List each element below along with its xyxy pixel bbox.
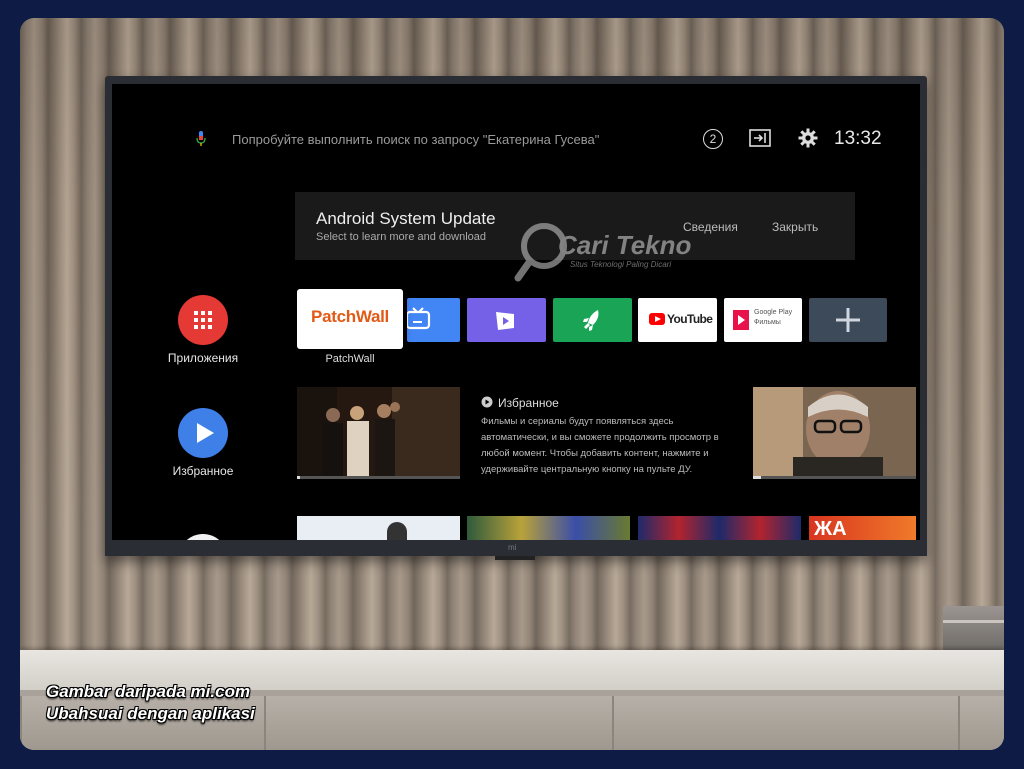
google-play-label: Google Play bbox=[754, 309, 793, 316]
brand-logo: mi bbox=[508, 543, 517, 552]
movie-thumbnail-left[interactable] bbox=[297, 387, 460, 479]
watch-progress-right-fill bbox=[753, 476, 762, 479]
input-source-icon[interactable] bbox=[749, 129, 771, 147]
youtube-label: YouTube bbox=[667, 312, 713, 326]
mic-icon[interactable] bbox=[194, 130, 208, 148]
update-banner[interactable]: Android System Update Select to learn mo… bbox=[295, 192, 855, 260]
movie-thumbnail-right[interactable] bbox=[753, 387, 916, 479]
tv-app-tile[interactable] bbox=[407, 298, 460, 342]
notification-badge[interactable]: 2 bbox=[703, 129, 723, 149]
close-button[interactable]: Закрыть bbox=[772, 220, 818, 234]
youtube-tile[interactable]: YouTube bbox=[638, 298, 717, 342]
apps-button[interactable] bbox=[178, 295, 228, 345]
rocket-icon bbox=[583, 310, 599, 331]
caption-line-1: Gambar daripada mi.com bbox=[46, 682, 251, 701]
tv-screen: Попробуйте выполнить поиск по запросу "Е… bbox=[112, 84, 920, 540]
focused-app-caption: PatchWall bbox=[325, 353, 375, 365]
watermark-tagline: Situs Teknologi Paling Dicari bbox=[570, 260, 672, 269]
cabinet-door bbox=[264, 696, 614, 750]
decor-books bbox=[943, 606, 1004, 652]
rocket-app-tile[interactable] bbox=[553, 298, 632, 342]
cabinet-door bbox=[958, 696, 1004, 750]
person-figure bbox=[387, 522, 407, 540]
watch-progress-right bbox=[753, 476, 916, 479]
patchwall-logo: PatchWall bbox=[311, 307, 389, 326]
actor-closeup-image bbox=[753, 387, 916, 479]
movies-label: Фильмы bbox=[754, 319, 781, 326]
favorites-play-icon bbox=[481, 396, 493, 408]
apps-label: Приложения bbox=[167, 351, 239, 365]
content-thumbnail[interactable] bbox=[297, 516, 460, 540]
content-thumbnail[interactable] bbox=[638, 516, 801, 540]
gear-icon[interactable] bbox=[798, 128, 818, 148]
movie-scene-image bbox=[297, 387, 460, 479]
details-button[interactable]: Сведения bbox=[683, 220, 738, 234]
favorites-button[interactable] bbox=[178, 408, 228, 458]
search-hint[interactable]: Попробуйте выполнить поиск по запросу "Е… bbox=[232, 132, 599, 147]
video-app-tile[interactable] bbox=[467, 298, 546, 342]
clock: 13:32 bbox=[834, 128, 882, 149]
content-title: ЖА bbox=[814, 518, 847, 540]
play-icon bbox=[197, 423, 214, 443]
caption-line-2: Ubahsuai dengan aplikasi bbox=[46, 704, 255, 723]
cabinet-door bbox=[612, 696, 960, 750]
banner-title: Android System Update bbox=[316, 209, 496, 228]
sidebar-button-partial[interactable] bbox=[178, 534, 228, 540]
tv-icon bbox=[407, 307, 431, 330]
tv-stand bbox=[495, 556, 535, 560]
apps-grid-icon bbox=[194, 311, 212, 329]
plus-icon bbox=[836, 308, 860, 332]
patchwall-tile[interactable]: PatchWall bbox=[297, 289, 403, 349]
content-thumbnail[interactable] bbox=[467, 516, 630, 540]
watch-progress-left-fill bbox=[297, 476, 301, 479]
favorites-title: Избранное bbox=[498, 396, 559, 410]
content-thumbnail[interactable]: ЖА bbox=[809, 516, 916, 540]
add-app-tile[interactable] bbox=[809, 298, 887, 342]
favorites-label: Избранное bbox=[172, 464, 234, 478]
video-play-icon bbox=[496, 312, 514, 330]
banner-subtitle: Select to learn more and download bbox=[316, 231, 486, 243]
google-play-movies-tile[interactable]: Google Play Фильмы bbox=[724, 298, 802, 342]
favorites-description: Фильмы и сериалы будут появляться здесь … bbox=[481, 416, 719, 475]
watch-progress-left bbox=[297, 476, 460, 479]
